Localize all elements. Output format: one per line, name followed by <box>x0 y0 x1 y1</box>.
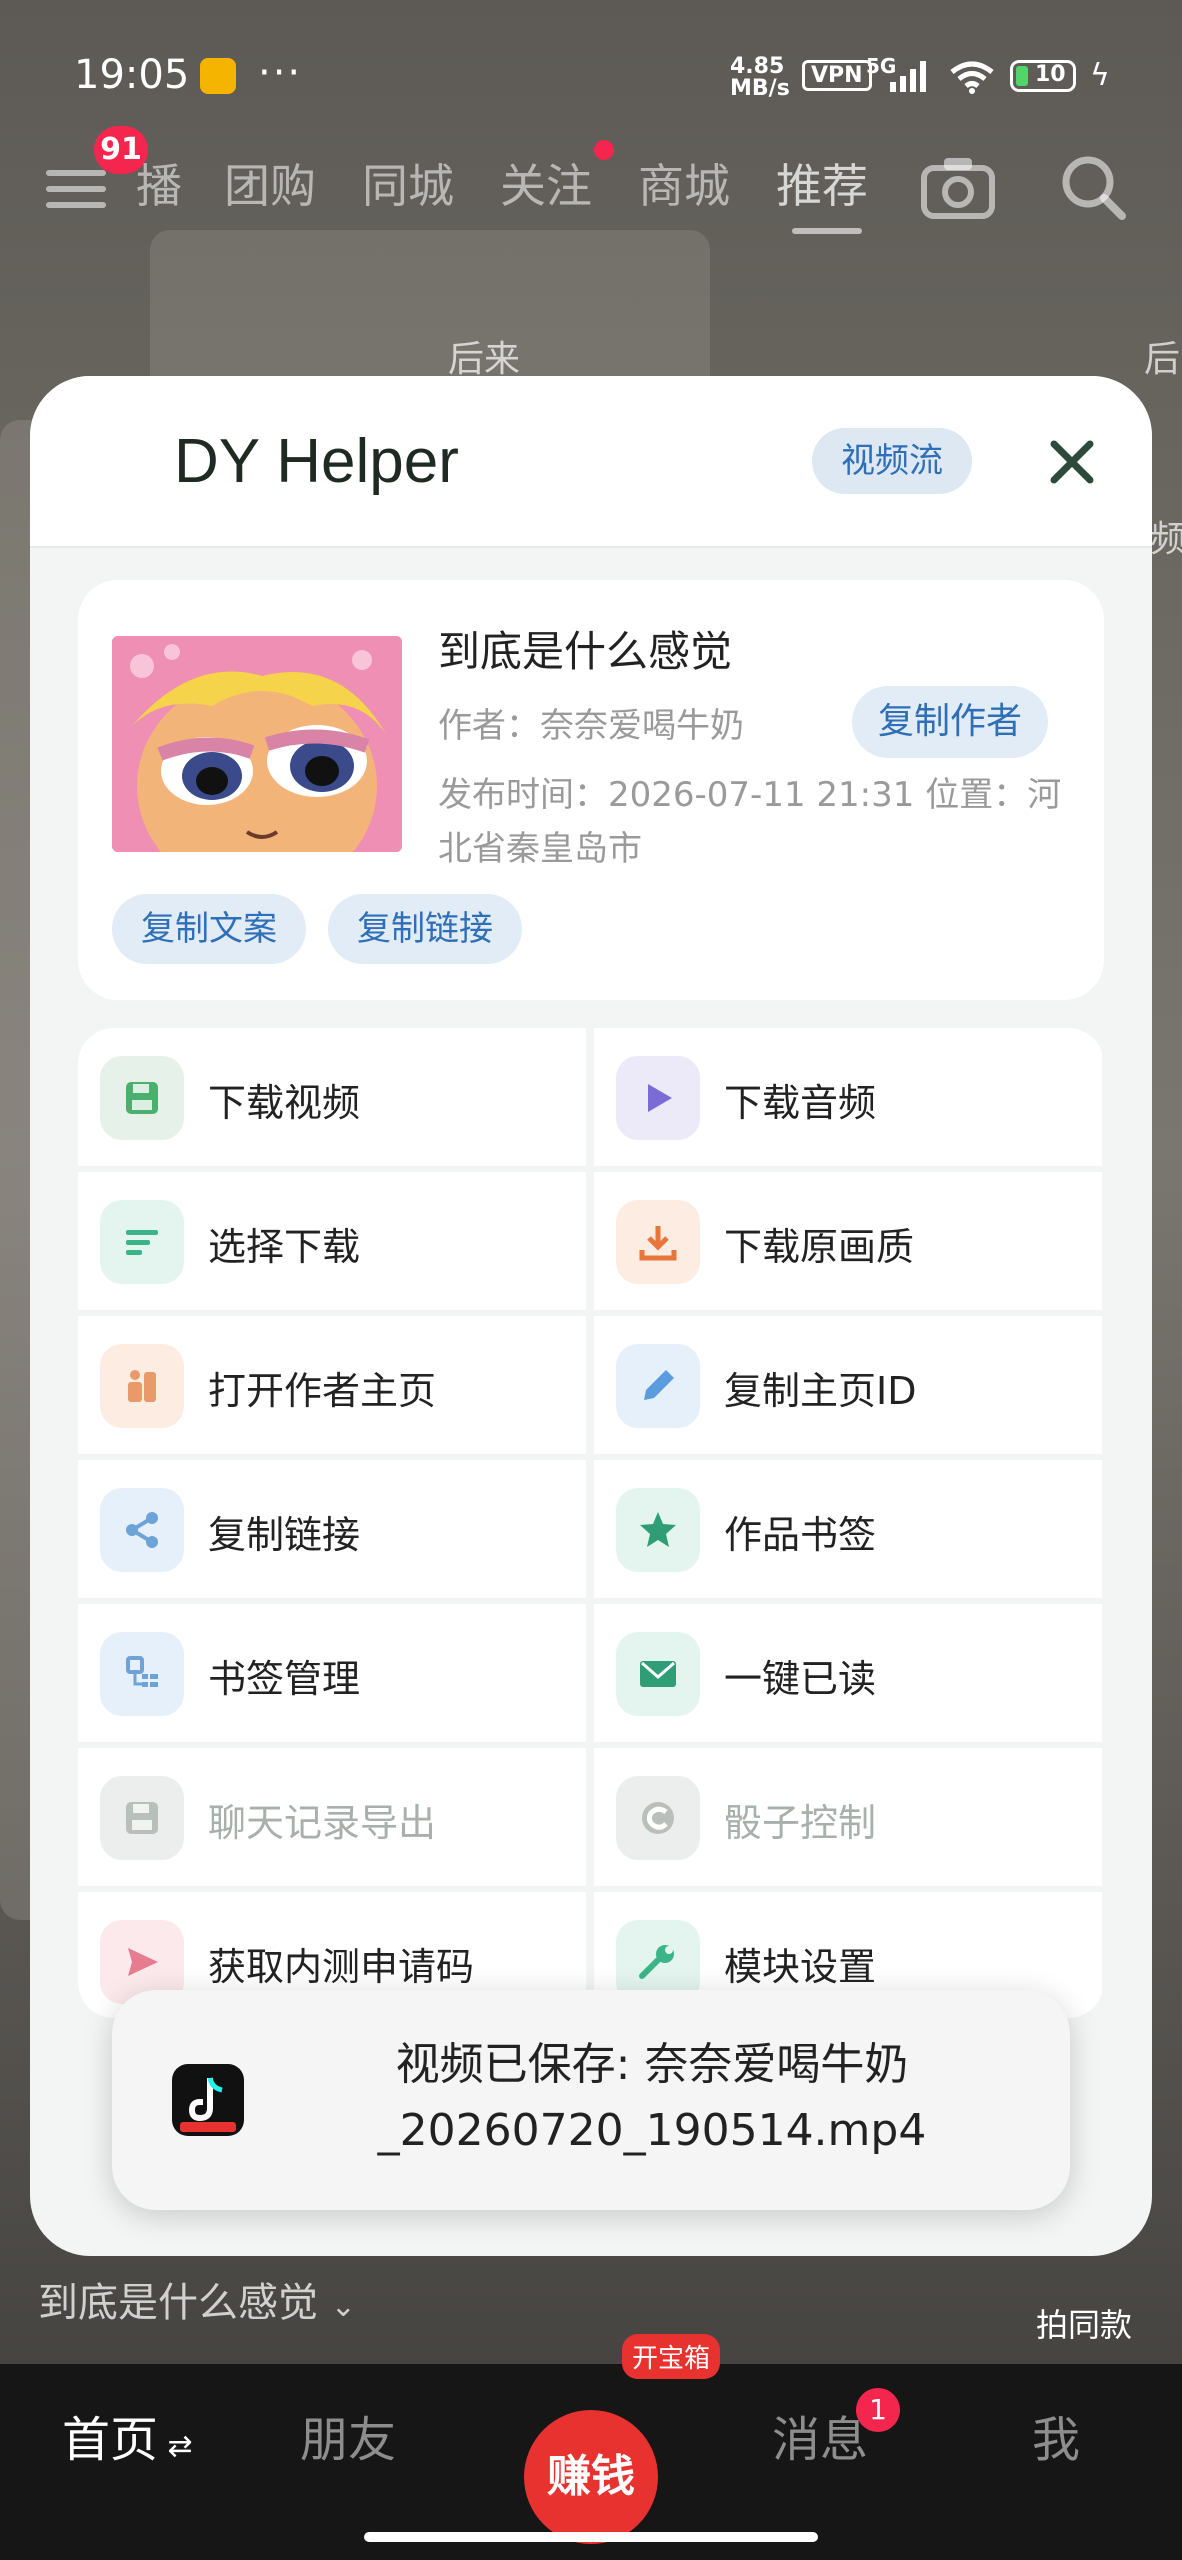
download-icon <box>616 1200 700 1284</box>
video-description[interactable]: 到底是什么感觉 ⌄ <box>38 2270 356 2328</box>
action-label: 打开作者主页 <box>208 1369 437 1413</box>
toast-message: 视频已保存: 奈奈爱喝牛奶_20260720_190514.mp4 <box>377 2039 927 2156</box>
copy-author-button[interactable]: 复制作者 <box>852 686 1048 758</box>
action-label: 下载音频 <box>724 1081 877 1125</box>
earn-button[interactable]: 赚钱 <box>524 2410 658 2544</box>
search-icon[interactable] <box>1058 152 1128 222</box>
description-text: 到底是什么感觉 <box>38 2280 318 2326</box>
action-label: 骰子控制 <box>724 1801 877 1845</box>
active-tab-indicator <box>792 228 862 234</box>
vpn-badge: VPN <box>802 60 872 91</box>
save-icon <box>100 1776 184 1860</box>
charging-icon: ϟ <box>1090 58 1110 93</box>
action-label: 复制链接 <box>208 1513 361 1557</box>
action-label: 下载原画质 <box>724 1225 915 1269</box>
action-label: 获取内测申请码 <box>208 1945 475 1989</box>
play-icon <box>616 1056 700 1140</box>
switch-icon: ⇄ <box>158 2429 193 2464</box>
dialog-title: DY Helper <box>174 427 459 496</box>
lyric-text: 后来 <box>448 339 521 380</box>
top-navigation: 91 播 团购 同城 关注 商城 推荐 <box>0 126 1182 250</box>
action-item[interactable]: 作品书签 <box>594 1460 1102 1598</box>
more-notifications-icon: ··· <box>258 50 303 96</box>
action-item[interactable]: 下载音频 <box>594 1028 1102 1166</box>
same-style-button[interactable]: 拍同款 <box>1036 2300 1132 2346</box>
mail-icon <box>616 1632 700 1716</box>
tab-live[interactable]: 播 <box>136 150 182 216</box>
action-item[interactable]: 聊天记录导出 <box>78 1748 586 1886</box>
tab-group-buy[interactable]: 团购 <box>224 150 316 216</box>
action-label: 选择下载 <box>208 1225 361 1269</box>
message-badge: 1 <box>856 2388 900 2432</box>
action-item[interactable]: 一键已读 <box>594 1604 1102 1742</box>
video-title: 到底是什么感觉 <box>438 627 733 676</box>
douyin-app-icon <box>172 2064 244 2136</box>
nav-home[interactable]: 首页 ⇄ <box>62 2400 193 2470</box>
action-item[interactable]: 下载原画质 <box>594 1172 1102 1310</box>
action-item[interactable]: 复制主页ID <box>594 1316 1102 1454</box>
video-author: 作者：奈奈爱喝牛奶 <box>438 706 744 746</box>
action-item[interactable]: 复制链接 <box>78 1460 586 1598</box>
action-label: 下载视频 <box>208 1081 361 1125</box>
dialog-header: DY Helper 视频流 <box>30 376 1152 548</box>
action-item[interactable]: 书签管理 <box>78 1604 586 1742</box>
nav-friends[interactable]: 朋友 <box>300 2400 396 2470</box>
battery-icon: 10 <box>1010 60 1076 92</box>
status-bar: 19:05 ··· 4.85 MB/s VPN 5G 10 ϟ <box>0 0 1182 150</box>
tab-local[interactable]: 同城 <box>362 150 454 216</box>
status-time: 19:05 <box>74 52 190 98</box>
action-item[interactable]: 骰子控制 <box>594 1748 1102 1886</box>
action-item[interactable]: 打开作者主页 <box>78 1316 586 1454</box>
close-icon[interactable] <box>1042 432 1102 492</box>
star-icon <box>616 1488 700 1572</box>
action-grid: 下载视频 下载音频选择下载 下载原画质打开作者主页 复制主页ID 复制链接 作品书签书签管… <box>78 1028 1104 2018</box>
following-red-dot <box>594 140 614 160</box>
helper-dialog: DY Helper 视频流 到底是什么感觉 作者：奈奈爱喝牛奶 复制作者 发布时… <box>30 376 1152 2256</box>
notes-app-icon <box>200 58 236 94</box>
action-label: 复制主页ID <box>724 1369 917 1413</box>
action-label: 书签管理 <box>208 1657 361 1701</box>
nav-messages[interactable]: 消息 <box>772 2400 868 2470</box>
video-meta: 发布时间：2026-07-11 21:31 位置：河北省秦皇岛市 <box>438 775 1062 869</box>
action-label: 一键已读 <box>724 1657 877 1701</box>
tab-following[interactable]: 关注 <box>500 150 592 216</box>
video-info-card: 到底是什么感觉 作者：奈奈爱喝牛奶 复制作者 发布时间：2026-07-11 2… <box>78 580 1104 1000</box>
signal-icon <box>890 61 926 92</box>
list-icon <box>100 1200 184 1284</box>
action-item[interactable]: 选择下载 <box>78 1172 586 1310</box>
bookmark-manage-icon <box>100 1632 184 1716</box>
tab-recommend[interactable]: 推荐 <box>776 150 868 216</box>
mode-chip[interactable]: 视频流 <box>812 428 972 494</box>
share-icon <box>100 1488 184 1572</box>
person-icon <box>100 1344 184 1428</box>
action-label: 模块设置 <box>724 1945 877 1989</box>
copy-link-button[interactable]: 复制链接 <box>328 894 522 964</box>
tab-mall[interactable]: 商城 <box>638 150 730 216</box>
action-item[interactable]: 下载视频 <box>78 1028 586 1166</box>
lyric-text-right: 后 <box>1144 339 1181 380</box>
wifi-icon <box>950 61 994 94</box>
video-thumbnail[interactable] <box>112 636 402 852</box>
camera-icon[interactable] <box>920 152 996 222</box>
home-indicator[interactable] <box>364 2532 818 2542</box>
save-icon <box>100 1056 184 1140</box>
copy-text-button[interactable]: 复制文案 <box>112 894 306 964</box>
dice-icon <box>616 1776 700 1860</box>
pencil-icon <box>616 1344 700 1428</box>
treasure-badge: 开宝箱 <box>622 2334 721 2379</box>
action-label: 作品书签 <box>724 1513 877 1557</box>
action-label: 聊天记录导出 <box>208 1801 437 1845</box>
nav-me[interactable]: 我 <box>1032 2400 1080 2470</box>
side-text: 频 <box>1150 519 1182 560</box>
chevron-down-icon[interactable]: ⌄ <box>331 2289 356 2324</box>
menu-icon[interactable] <box>46 160 106 220</box>
save-toast: 视频已保存: 奈奈爱喝牛奶_20260720_190514.mp4 <box>112 1990 1070 2210</box>
network-speed: 4.85 MB/s <box>730 54 790 101</box>
nav-home-label: 首页 <box>62 2412 159 2468</box>
